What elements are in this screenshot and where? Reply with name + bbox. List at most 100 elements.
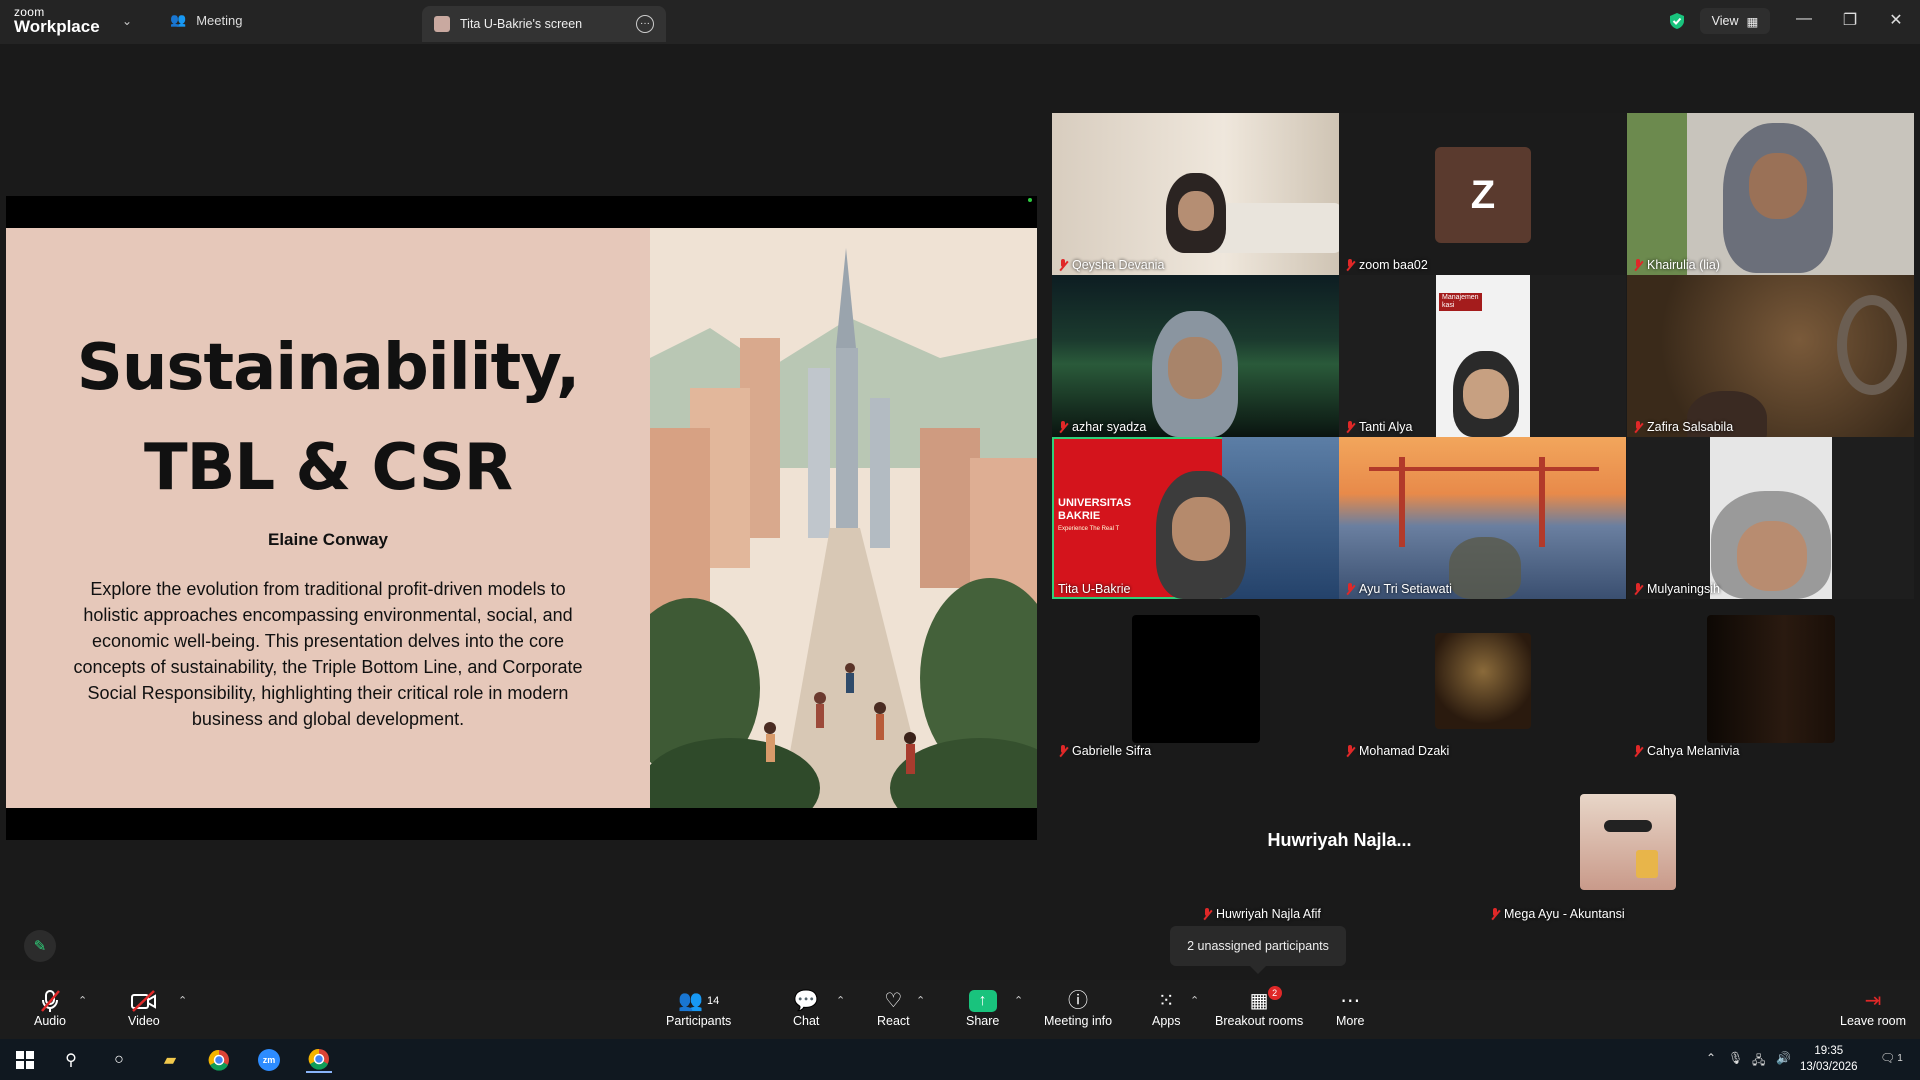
close-icon[interactable]: ✕	[1886, 10, 1906, 30]
sharer-avatar	[434, 16, 450, 32]
video-tile[interactable]: Qeysha Devania	[1052, 113, 1339, 275]
chrome-active-icon[interactable]	[306, 1047, 332, 1073]
logo-line2: Workplace	[14, 17, 100, 36]
react-button[interactable]: ♡ React	[877, 988, 910, 1028]
chevron-up-icon[interactable]: ⌃	[1706, 1051, 1716, 1065]
tab-meeting-label: Meeting	[196, 12, 243, 28]
participant-name: Tanti Alya	[1345, 420, 1413, 434]
participant-display-name: Huwriyah Najla...	[1267, 830, 1412, 850]
view-button[interactable]: View ▦	[1700, 8, 1770, 34]
zoom-app-icon[interactable]: zm	[256, 1047, 282, 1073]
avatar: Z	[1435, 147, 1531, 243]
mic-muted-icon	[1058, 258, 1068, 272]
slide-body: Explore the evolution from traditional p…	[73, 579, 583, 729]
meeting-info-button[interactable]: ⓘ Meeting info	[1044, 988, 1112, 1028]
avatar	[1435, 633, 1531, 729]
annotate-pencil-icon[interactable]: ✎	[24, 930, 56, 962]
video-tile[interactable]: Cahya Melanivia	[1627, 599, 1914, 761]
participants-label: Participants	[666, 1014, 732, 1028]
mic-muted-icon	[1345, 258, 1355, 272]
chat-label: Chat	[793, 1014, 820, 1028]
file-explorer-icon[interactable]: ▰	[157, 1047, 183, 1073]
video-tile[interactable]: azhar syadza	[1052, 275, 1339, 437]
network-icon[interactable]: 🖧	[1752, 1051, 1765, 1072]
microphone-icon[interactable]: 🎙	[1728, 1051, 1743, 1065]
unassigned-participants-tooltip: 2 unassigned participants	[1170, 926, 1346, 974]
slide-title-line2: TBL & CSR	[143, 431, 513, 505]
participants-button[interactable]: 👥 14 Participants	[666, 988, 731, 1028]
heart-icon: ♡	[884, 990, 903, 1012]
participant-name: Mega Ayu - Akuntansi	[1490, 907, 1625, 921]
chevron-down-icon[interactable]: ⌄	[122, 14, 132, 28]
video-tile[interactable]: Mega Ayu - Akuntansi	[1484, 762, 1771, 924]
shield-check-icon[interactable]	[1668, 12, 1686, 30]
restore-icon[interactable]: ❐	[1840, 10, 1860, 30]
participant-name: Tita U-Bakrie	[1058, 582, 1131, 596]
share-button[interactable]: ↑ Share	[966, 988, 999, 1028]
chrome-icon[interactable]	[206, 1047, 232, 1073]
slide-author: Elaine Conway	[268, 530, 388, 549]
windows-start-icon[interactable]	[12, 1047, 38, 1073]
mic-muted-icon	[39, 988, 61, 1014]
breakout-rooms-button[interactable]: ▦ 2 Breakout rooms	[1215, 986, 1303, 1028]
grid-icon: ▦	[1746, 14, 1759, 29]
leave-room-button[interactable]: ⇥ Leave room	[1840, 988, 1906, 1028]
notifications-icon[interactable]: 🗨 1	[1880, 1051, 1903, 1065]
video-tile[interactable]: Huwriyah Najla... Huwriyah Najla Afif	[1196, 762, 1483, 924]
apps-label: Apps	[1152, 1014, 1181, 1028]
search-icon[interactable]: ⚲	[58, 1047, 84, 1073]
mic-muted-icon	[1633, 582, 1643, 596]
zoom-logo: zoom Workplace	[14, 6, 100, 35]
leave-label: Leave room	[1840, 1014, 1907, 1028]
apps-icon: ⁙	[1157, 990, 1175, 1012]
video-tile[interactable]: Mulyaningsih	[1627, 437, 1914, 599]
video-tile[interactable]: Zafira Salsabila	[1627, 275, 1914, 437]
audio-label: Audio	[34, 1014, 66, 1028]
video-tile[interactable]: Z zoom baa02	[1339, 113, 1626, 275]
video-tile-active-speaker[interactable]: UNIVERSITAS BAKRIE Experience The Real T…	[1052, 437, 1339, 599]
react-options-caret[interactable]: ⌃	[916, 994, 925, 1007]
audio-options-caret[interactable]: ⌃	[78, 994, 87, 1007]
task-view-icon[interactable]: ○	[106, 1047, 132, 1073]
participant-name: Mohamad Dzaki	[1345, 744, 1449, 758]
system-clock[interactable]: 19:35 13/03/2026	[1800, 1043, 1858, 1075]
share-options-caret[interactable]: ⌃	[1014, 994, 1023, 1007]
video-tile[interactable]: Ayu Tri Setiawati	[1339, 437, 1626, 599]
video-label: Video	[128, 1014, 160, 1028]
virtual-bg-label: UNIVERSITAS BAKRIE	[1058, 497, 1132, 522]
participant-name: Gabrielle Sifra	[1058, 744, 1151, 758]
video-options-caret[interactable]: ⌃	[178, 994, 187, 1007]
mic-muted-icon	[1633, 420, 1643, 434]
mic-muted-icon	[1345, 582, 1355, 596]
volume-icon[interactable]: 🔊	[1776, 1051, 1791, 1065]
chat-options-caret[interactable]: ⌃	[836, 994, 845, 1007]
audio-button[interactable]: Audio	[34, 988, 66, 1028]
breakout-rooms-icon: ▦	[1249, 990, 1269, 1012]
participant-name: Mulyaningsih	[1633, 582, 1720, 596]
mic-muted-icon	[1490, 907, 1500, 921]
clock-time: 19:35	[1814, 1045, 1844, 1057]
more-button[interactable]: ⋯ More	[1336, 988, 1364, 1028]
chat-button[interactable]: 💬 Chat	[793, 988, 819, 1028]
tab-meeting[interactable]: 👥 Meeting	[170, 12, 242, 28]
mic-muted-icon	[1633, 258, 1643, 272]
mic-muted-icon	[1202, 907, 1212, 921]
tab-shared-screen[interactable]: Tita U-Bakrie's screen ···	[422, 6, 666, 42]
video-button[interactable]: Video	[128, 988, 160, 1028]
people-icon: 👥	[170, 12, 187, 27]
presentation-slide: Sustainability, TBL & CSR Elaine Conway …	[6, 228, 1037, 808]
apps-button[interactable]: ⁙ Apps	[1152, 988, 1181, 1028]
video-tile[interactable]: Khairulia (lia)	[1627, 113, 1914, 275]
windows-taskbar: ⚲ ○ ▰ zm ⌃ 🎙 🖧 🔊 19:35 13/03/2026 🗨 1	[0, 1039, 1920, 1080]
participant-name: Qeysha Devania	[1058, 258, 1164, 272]
mic-muted-icon	[1633, 744, 1643, 758]
more-options-icon[interactable]: ···	[636, 15, 654, 33]
participant-name: Ayu Tri Setiawati	[1345, 582, 1452, 596]
video-tile[interactable]: Gabrielle Sifra	[1052, 599, 1339, 761]
video-tile[interactable]: Mohamad Dzaki	[1339, 599, 1626, 761]
slide-title: Sustainability, TBL & CSR	[6, 318, 650, 518]
participants-icon: 👥	[678, 990, 703, 1012]
video-tile[interactable]: Manajemen kasi Tanti Alya	[1339, 275, 1626, 437]
apps-options-caret[interactable]: ⌃	[1190, 994, 1199, 1007]
minimize-icon[interactable]: —	[1794, 10, 1814, 28]
